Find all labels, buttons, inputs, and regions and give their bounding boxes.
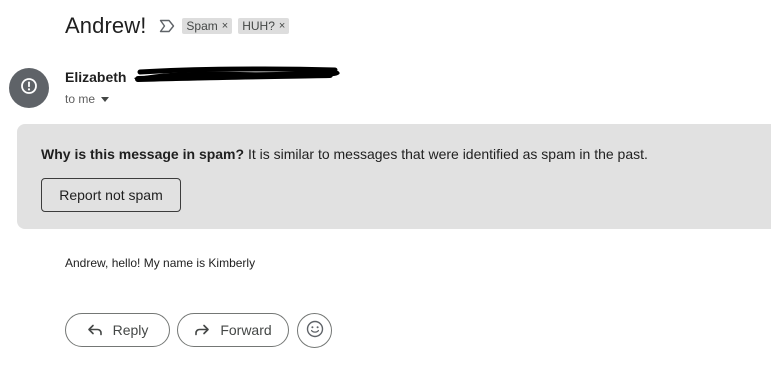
redaction-scribble: [130, 66, 344, 91]
forward-button[interactable]: Forward: [177, 313, 289, 347]
reply-arrow-icon: [87, 323, 103, 337]
label-chip-text: HUH?: [242, 19, 275, 33]
report-not-spam-button[interactable]: Report not spam: [41, 178, 181, 212]
spam-explanation: Why is this message in spam? It is simil…: [41, 146, 648, 162]
forward-arrow-icon: [194, 323, 210, 337]
spam-heading: Why is this message in spam?: [41, 146, 245, 162]
label-chip-spam[interactable]: Spam ×: [182, 18, 233, 34]
sender-avatar[interactable]: [9, 68, 49, 108]
label-remove-icon[interactable]: ×: [222, 20, 228, 32]
reply-button[interactable]: Reply: [65, 313, 170, 347]
label-important-outline-icon[interactable]: [158, 17, 176, 35]
sender-name[interactable]: Elizabeth: [65, 69, 126, 85]
spam-warning-banner: Why is this message in spam? It is simil…: [17, 124, 771, 229]
email-subject: Andrew!: [65, 13, 147, 38]
subject-row: Andrew! Spam × HUH? ×: [65, 12, 290, 40]
recipient-toggle[interactable]: to me: [65, 92, 110, 106]
caret-down-icon: [101, 96, 110, 102]
smiley-face-icon: [306, 320, 324, 341]
message-body: Andrew, hello! My name is Kimberly: [65, 256, 256, 270]
email-view: Andrew! Spam × HUH? × Elizabeth to me Wh…: [0, 0, 771, 376]
emoji-reaction-button[interactable]: [297, 313, 332, 348]
recipient-text: to me: [65, 92, 96, 106]
forward-label: Forward: [220, 322, 272, 338]
reply-label: Reply: [112, 322, 149, 338]
label-chip-huh[interactable]: HUH? ×: [238, 18, 290, 34]
spam-reason: It is similar to messages that were iden…: [247, 146, 648, 162]
label-remove-icon[interactable]: ×: [279, 20, 285, 32]
warning-circle-icon: [20, 77, 38, 100]
label-chip-text: Spam: [186, 19, 218, 33]
